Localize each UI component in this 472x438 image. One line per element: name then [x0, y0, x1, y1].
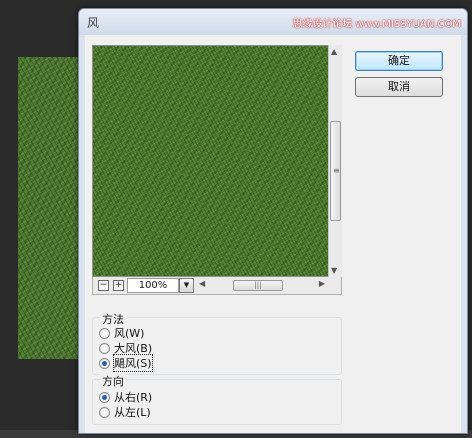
scroll-up-icon[interactable]: ▲ [331, 47, 337, 56]
radio-option-stagger[interactable]: 飓风(S) [99, 354, 153, 372]
grip-icon: ≡ [333, 166, 340, 175]
radio-option-from-left[interactable]: 从左(L) [99, 405, 151, 419]
radio-label: 飓风(S) [113, 354, 153, 372]
radio-option-from-right[interactable]: 从右(R) [99, 390, 152, 404]
dialog-client-area: ▲ ≡ ▼ − + 100% ▼ ◀ ||| ▶ 确定 取消 方法 风(W) 大… [85, 35, 461, 433]
radio-button-selected[interactable] [99, 391, 110, 403]
radio-label: 从左(L) [114, 406, 151, 419]
radio-label: 大风(B) [114, 342, 153, 355]
radio-button-selected[interactable] [99, 357, 110, 369]
zoom-out-button[interactable]: − [98, 280, 109, 291]
radio-button[interactable] [99, 342, 110, 354]
radio-label: 从右(R) [114, 391, 153, 404]
scroll-right-icon[interactable]: ▶ [319, 279, 325, 288]
scroll-left-icon[interactable]: ◀ [199, 279, 205, 288]
site-watermark: 思缘设计论坛 www.MISSYUAN.COM [292, 19, 461, 30]
preview-horizontal-scrollbar[interactable]: ◀ ||| ▶ [197, 277, 327, 293]
method-group: 方法 风(W) 大风(B) 飓风(S) [92, 311, 342, 375]
radio-button[interactable] [99, 406, 110, 418]
preview-vertical-scrollbar[interactable]: ▲ ≡ ▼ [328, 45, 342, 277]
zoom-level-field[interactable]: 100% [127, 278, 179, 293]
wind-filter-dialog: 风 思缘设计论坛 www.MISSYUAN.COM ▲ ≡ ▼ − + 100%… [78, 8, 468, 434]
vertical-scroll-thumb[interactable]: ≡ [330, 121, 341, 221]
zoom-in-button[interactable]: + [113, 280, 124, 291]
horizontal-scroll-thumb[interactable]: ||| [233, 280, 283, 291]
dialog-title: 风 [87, 16, 100, 30]
direction-group: 方向 从右(R) 从左(L) [92, 373, 342, 425]
filter-preview-image[interactable] [92, 45, 342, 277]
radio-option-blast[interactable]: 大风(B) [99, 341, 152, 355]
direction-group-label: 方向 [100, 373, 126, 389]
scroll-down-icon[interactable]: ▼ [331, 266, 337, 275]
dialog-titlebar[interactable]: 风 思缘设计论坛 www.MISSYUAN.COM [79, 9, 467, 35]
radio-option-wind[interactable]: 风(W) [99, 326, 144, 340]
ok-button[interactable]: 确定 [355, 51, 443, 71]
cancel-button[interactable]: 取消 [355, 77, 443, 97]
radio-label: 风(W) [114, 327, 145, 340]
chevron-down-icon[interactable]: ▼ [179, 278, 194, 293]
preview-zoom-bar: − + 100% ▼ ◀ ||| ▶ [92, 277, 342, 295]
radio-button[interactable] [99, 327, 110, 339]
